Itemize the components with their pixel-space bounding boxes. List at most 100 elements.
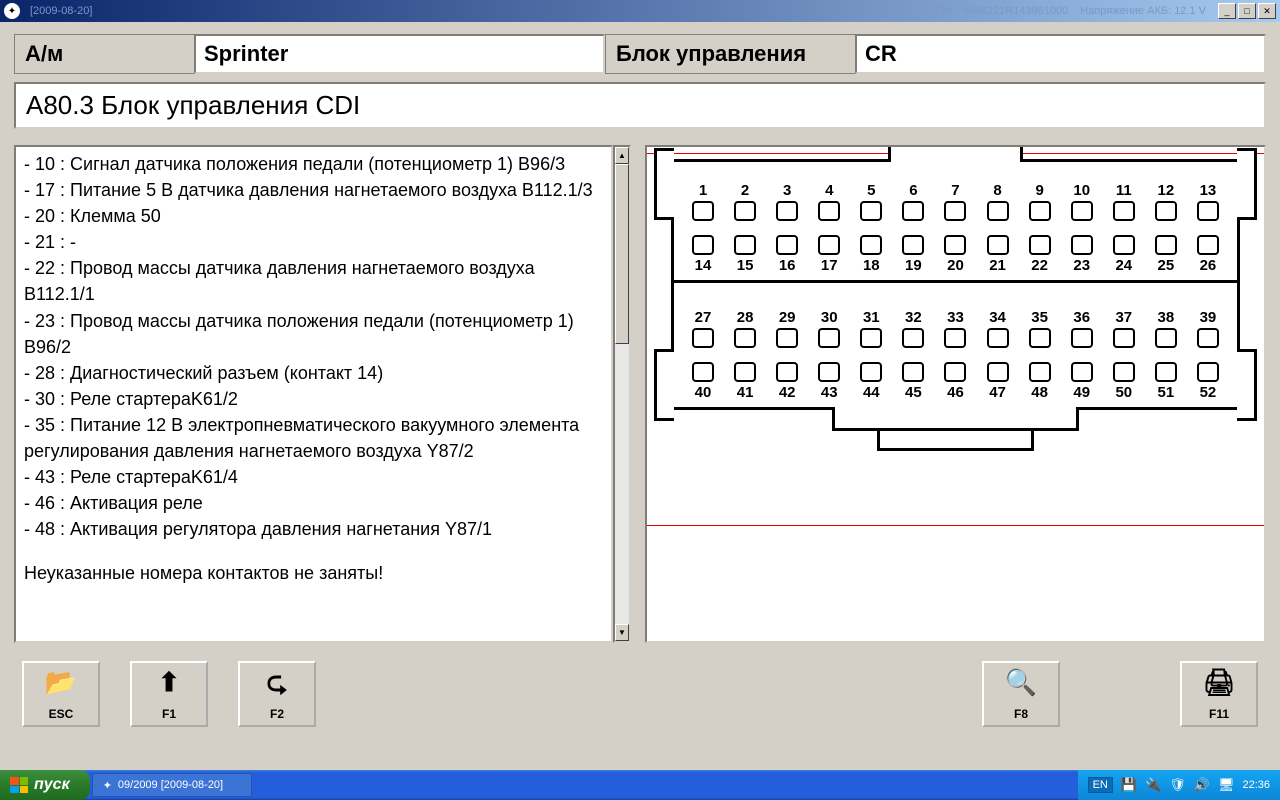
- scroll-track[interactable]: [615, 164, 629, 624]
- connector-pin: 5: [854, 182, 888, 221]
- pin-list-item[interactable]: - 48 : Активация регулятора давления наг…: [24, 516, 603, 542]
- language-indicator[interactable]: EN: [1088, 777, 1113, 793]
- connector-pin: 15: [728, 235, 762, 274]
- pin-list-item[interactable]: - 30 : Реле стартераK61/2: [24, 386, 603, 412]
- f8-button[interactable]: 🔍 F8: [982, 661, 1060, 727]
- tray-icon[interactable]: 🔌: [1145, 777, 1161, 793]
- clock[interactable]: 22:36: [1242, 779, 1270, 791]
- magnifier-icon: 🔍: [1005, 669, 1037, 695]
- pin-list-item[interactable]: - 17 : Питание 5 В датчика давления нагн…: [24, 177, 603, 203]
- connector-pin: 21: [981, 235, 1015, 274]
- connector-pin: 38: [1149, 309, 1183, 348]
- minimize-button[interactable]: _: [1218, 3, 1236, 19]
- connector-pin: 22: [1023, 235, 1057, 274]
- tray-icon[interactable]: 🔊: [1194, 777, 1210, 793]
- titlebar-date: [2009-08-20]: [30, 5, 92, 17]
- exit-icon: 📂: [45, 669, 77, 695]
- connector-pin: 18: [854, 235, 888, 274]
- connector-pin: 16: [770, 235, 804, 274]
- header-row: А/м Sprinter Блок управления CR: [14, 34, 1266, 74]
- scrollbar[interactable]: ▲ ▼: [613, 145, 631, 643]
- return-icon: ⮎: [267, 669, 288, 695]
- pin-list-item[interactable]: - 10 : Сигнал датчика положения педали (…: [24, 151, 603, 177]
- pin-list-item[interactable]: - 46 : Активация реле: [24, 490, 603, 516]
- connector-pin: 46: [938, 362, 972, 401]
- vehicle-field[interactable]: Sprinter: [194, 34, 605, 74]
- connector-pin: 4: [812, 182, 846, 221]
- connector-pin: 27: [686, 309, 720, 348]
- windows-logo-icon: [10, 777, 28, 793]
- connector-pin: 19: [896, 235, 930, 274]
- voltage-label: Напряжение АКБ: 12.1 V: [1080, 5, 1206, 17]
- connector-pin: 40: [686, 362, 720, 401]
- scroll-up-button[interactable]: ▲: [615, 147, 629, 164]
- connector-pin: 50: [1107, 362, 1141, 401]
- esc-button[interactable]: 📂 ESC: [22, 661, 100, 727]
- connector-pin: 52: [1191, 362, 1225, 401]
- connector-pin: 24: [1107, 235, 1141, 274]
- connector-pin: 48: [1023, 362, 1057, 401]
- connector-pin: 17: [812, 235, 846, 274]
- f2-button[interactable]: ⮎ F2: [238, 661, 316, 727]
- connector-pin: 12: [1149, 182, 1183, 221]
- connector-pin: 42: [770, 362, 804, 401]
- pin-list-item[interactable]: - 21 : -: [24, 229, 603, 255]
- pin-list[interactable]: - 10 : Сигнал датчика положения педали (…: [14, 145, 613, 643]
- section-title: A80.3 Блок управления CDI: [14, 82, 1266, 129]
- f11-button[interactable]: 🖨 F11: [1180, 661, 1258, 727]
- connector-pin: 35: [1023, 309, 1057, 348]
- connector-pin: 8: [981, 182, 1015, 221]
- fin-label: FIN : 9036221R143961000: [936, 5, 1069, 17]
- connector-pin: 2: [728, 182, 762, 221]
- connector-pin: 44: [854, 362, 888, 401]
- system-tray: EN 💾 🔌 🛡 🔊 🖥 22:36: [1078, 770, 1280, 800]
- start-button[interactable]: пуск: [0, 770, 90, 800]
- connector-pin: 20: [938, 235, 972, 274]
- connector-pin: 9: [1023, 182, 1057, 221]
- pin-list-footer: Неуказанные номера контактов не заняты!: [24, 560, 603, 586]
- connector-pin: 10: [1065, 182, 1099, 221]
- ecu-label: Блок управления: [605, 34, 855, 74]
- taskbar-item[interactable]: ✦ 09/2009 [2009-08-20]: [92, 773, 252, 797]
- button-bar: 📂 ESC ⬆ F1 ⮎ F2 🔍 F8 🖨 F11: [14, 657, 1266, 731]
- window-titlebar: ✦ [2009-08-20] FIN : 9036221R143961000 Н…: [0, 0, 1280, 22]
- connector-pin: 47: [981, 362, 1015, 401]
- mercedes-logo-icon: ✦: [4, 3, 20, 19]
- pin-list-item[interactable]: - 35 : Питание 12 В электропневматическо…: [24, 412, 603, 464]
- scroll-down-button[interactable]: ▼: [615, 624, 629, 641]
- tray-icon[interactable]: 🖥: [1218, 777, 1235, 793]
- connector-pin: 51: [1149, 362, 1183, 401]
- connector-pin: 29: [770, 309, 804, 348]
- pin-list-item[interactable]: - 22 : Провод массы датчика давления наг…: [24, 255, 603, 307]
- vehicle-label: А/м: [14, 34, 194, 74]
- connector-pin: 13: [1191, 182, 1225, 221]
- ecu-field[interactable]: CR: [855, 34, 1266, 74]
- connector-pin: 32: [896, 309, 930, 348]
- close-button[interactable]: ✕: [1258, 3, 1276, 19]
- connector-pin: 41: [728, 362, 762, 401]
- connector-pin: 49: [1065, 362, 1099, 401]
- arrow-up-icon: ⬆: [158, 669, 180, 695]
- connector-pin: 37: [1107, 309, 1141, 348]
- maximize-button[interactable]: □: [1238, 3, 1256, 19]
- connector-pin: 11: [1107, 182, 1141, 221]
- connector-pin: 7: [938, 182, 972, 221]
- pin-list-item[interactable]: - 43 : Реле стартераK61/4: [24, 464, 603, 490]
- tray-icon[interactable]: 💾: [1121, 777, 1137, 793]
- pin-list-item[interactable]: - 23 : Провод массы датчика положения пе…: [24, 308, 603, 360]
- scroll-thumb[interactable]: [615, 164, 629, 344]
- connector-pin: 23: [1065, 235, 1099, 274]
- connector-pin: 25: [1149, 235, 1183, 274]
- connector-diagram: 12345678910111213 1415161718192021222324…: [645, 145, 1266, 643]
- connector-pin: 3: [770, 182, 804, 221]
- connector-pin: 30: [812, 309, 846, 348]
- connector-pin: 28: [728, 309, 762, 348]
- f1-button[interactable]: ⬆ F1: [130, 661, 208, 727]
- connector-pin: 36: [1065, 309, 1099, 348]
- pin-list-item[interactable]: - 20 : Клемма 50: [24, 203, 603, 229]
- tray-icon[interactable]: 🛡: [1169, 777, 1186, 793]
- connector-pin: 26: [1191, 235, 1225, 274]
- pin-list-item[interactable]: - 28 : Диагностический разъем (контакт 1…: [24, 360, 603, 386]
- connector-pin: 34: [981, 309, 1015, 348]
- connector-pin: 14: [686, 235, 720, 274]
